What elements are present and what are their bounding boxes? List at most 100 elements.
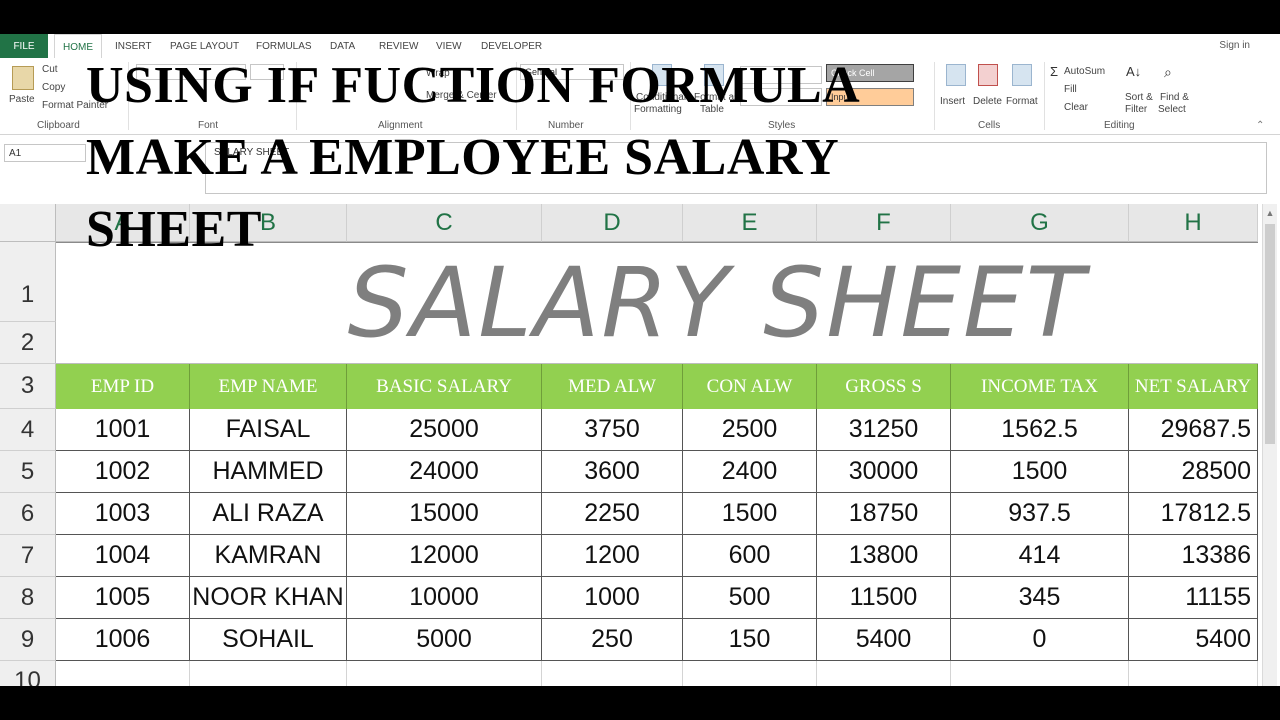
insert-cells-icon[interactable] — [946, 64, 966, 86]
column-header-h[interactable]: H — [1129, 204, 1258, 242]
cell-income-tax[interactable]: 414 — [951, 535, 1129, 577]
cell-net-salary[interactable]: 17812.5 — [1129, 493, 1258, 535]
cell-gross-salary[interactable]: 30000 — [817, 451, 951, 493]
cell-con-alw[interactable]: 600 — [683, 535, 817, 577]
cell-gross-salary[interactable]: 31250 — [817, 409, 951, 451]
row-header-9[interactable]: 9 — [0, 619, 56, 661]
row-header-6[interactable]: 6 — [0, 493, 56, 535]
select-all-corner[interactable] — [0, 204, 56, 242]
empty-cell[interactable] — [817, 661, 951, 686]
cell-net-salary[interactable]: 13386 — [1129, 535, 1258, 577]
cell-basic-salary[interactable]: 12000 — [347, 535, 542, 577]
cell-income-tax[interactable]: 1500 — [951, 451, 1129, 493]
row-header-8[interactable]: 8 — [0, 577, 56, 619]
cell-net-salary[interactable]: 28500 — [1129, 451, 1258, 493]
fill-button[interactable]: Fill — [1064, 84, 1077, 95]
header-cell-med-alw[interactable]: MED ALW — [542, 364, 683, 409]
empty-cell[interactable] — [1129, 661, 1258, 686]
cell-gross-salary[interactable]: 13800 — [817, 535, 951, 577]
empty-cell[interactable] — [951, 661, 1129, 686]
header-cell-net-salary[interactable]: NET SALARY — [1129, 364, 1258, 409]
cell-emp-name[interactable]: SOHAIL — [190, 619, 347, 661]
header-cell-gross-salary[interactable]: GROSS S — [817, 364, 951, 409]
header-cell-basic-salary[interactable]: BASIC SALARY — [347, 364, 542, 409]
header-cell-emp-name[interactable]: EMP NAME — [190, 364, 347, 409]
autosum-icon[interactable]: Σ — [1050, 64, 1058, 79]
cell-con-alw[interactable]: 2500 — [683, 409, 817, 451]
clear-button[interactable]: Clear — [1064, 102, 1088, 113]
cell-net-salary[interactable]: 11155 — [1129, 577, 1258, 619]
row-header-1[interactable]: 1 — [0, 242, 56, 322]
paste-button[interactable]: Paste — [9, 94, 35, 105]
empty-cell[interactable] — [56, 661, 190, 686]
row-header-7[interactable]: 7 — [0, 535, 56, 577]
cut-button[interactable]: Cut — [42, 64, 58, 75]
cell-gross-salary[interactable]: 11500 — [817, 577, 951, 619]
cell-income-tax[interactable]: 0 — [951, 619, 1129, 661]
cell-emp-id[interactable]: 1006 — [56, 619, 190, 661]
cell-emp-id[interactable]: 1003 — [56, 493, 190, 535]
sign-in-link[interactable]: Sign in — [1219, 40, 1250, 51]
row-header-5[interactable]: 5 — [0, 451, 56, 493]
cell-basic-salary[interactable]: 15000 — [347, 493, 542, 535]
cell-emp-id[interactable]: 1002 — [56, 451, 190, 493]
format-cells-icon[interactable] — [1012, 64, 1032, 86]
paste-icon[interactable] — [12, 66, 34, 90]
cell-income-tax[interactable]: 1562.5 — [951, 409, 1129, 451]
empty-cell[interactable] — [542, 661, 683, 686]
row-header-10[interactable]: 10 — [0, 661, 56, 686]
cell-income-tax[interactable]: 937.5 — [951, 493, 1129, 535]
cell-con-alw[interactable]: 150 — [683, 619, 817, 661]
scroll-up-icon[interactable]: ▲ — [1265, 208, 1275, 218]
cell-med-alw[interactable]: 1000 — [542, 577, 683, 619]
name-box[interactable]: A1 — [4, 144, 86, 162]
header-cell-emp-id[interactable]: EMP ID — [56, 364, 190, 409]
row-header-3[interactable]: 3 — [0, 364, 56, 409]
collapse-ribbon-icon[interactable]: ⌃ — [1256, 120, 1264, 131]
empty-cell[interactable] — [683, 661, 817, 686]
cell-net-salary[interactable]: 5400 — [1129, 619, 1258, 661]
sort-filter-icon[interactable]: A↓ — [1126, 64, 1141, 79]
cell-emp-id[interactable]: 1001 — [56, 409, 190, 451]
row-header-4[interactable]: 4 — [0, 409, 56, 451]
cell-emp-name[interactable]: KAMRAN — [190, 535, 347, 577]
cell-basic-salary[interactable]: 5000 — [347, 619, 542, 661]
sort-filter-button[interactable]: Sort & — [1125, 92, 1153, 103]
cell-emp-name[interactable]: FAISAL — [190, 409, 347, 451]
find-select-button[interactable]: Find & — [1160, 92, 1189, 103]
scroll-thumb[interactable] — [1265, 224, 1275, 444]
cell-basic-salary[interactable]: 25000 — [347, 409, 542, 451]
cell-con-alw[interactable]: 1500 — [683, 493, 817, 535]
header-cell-con-alw[interactable]: CON ALW — [683, 364, 817, 409]
cell-con-alw[interactable]: 2400 — [683, 451, 817, 493]
cell-income-tax[interactable]: 345 — [951, 577, 1129, 619]
binoculars-icon[interactable]: ⌕ — [1164, 64, 1172, 81]
cell-con-alw[interactable]: 500 — [683, 577, 817, 619]
insert-cells-button[interactable]: Insert — [940, 96, 965, 107]
cell-emp-name[interactable]: ALI RAZA — [190, 493, 347, 535]
autosum-button[interactable]: AutoSum — [1064, 66, 1105, 77]
cell-basic-salary[interactable]: 24000 — [347, 451, 542, 493]
tab-file[interactable]: FILE — [0, 34, 48, 58]
cell-emp-name[interactable]: HAMMED — [190, 451, 347, 493]
cell-med-alw[interactable]: 3600 — [542, 451, 683, 493]
cell-med-alw[interactable]: 1200 — [542, 535, 683, 577]
empty-cell[interactable] — [347, 661, 542, 686]
cell-med-alw[interactable]: 3750 — [542, 409, 683, 451]
column-header-g[interactable]: G — [951, 204, 1129, 242]
delete-cells-button[interactable]: Delete — [973, 96, 1002, 107]
cell-gross-salary[interactable]: 5400 — [817, 619, 951, 661]
cell-emp-name[interactable]: NOOR KHAN — [190, 577, 347, 619]
format-cells-button[interactable]: Format — [1006, 96, 1038, 107]
cell-basic-salary[interactable]: 10000 — [347, 577, 542, 619]
cell-emp-id[interactable]: 1004 — [56, 535, 190, 577]
delete-cells-icon[interactable] — [978, 64, 998, 86]
cell-med-alw[interactable]: 2250 — [542, 493, 683, 535]
cell-med-alw[interactable]: 250 — [542, 619, 683, 661]
cell-emp-id[interactable]: 1005 — [56, 577, 190, 619]
vertical-scrollbar[interactable]: ▲ — [1262, 204, 1277, 686]
cell-gross-salary[interactable]: 18750 — [817, 493, 951, 535]
header-cell-income-tax[interactable]: INCOME TAX — [951, 364, 1129, 409]
copy-button[interactable]: Copy — [42, 82, 65, 93]
row-header-2[interactable]: 2 — [0, 322, 56, 364]
